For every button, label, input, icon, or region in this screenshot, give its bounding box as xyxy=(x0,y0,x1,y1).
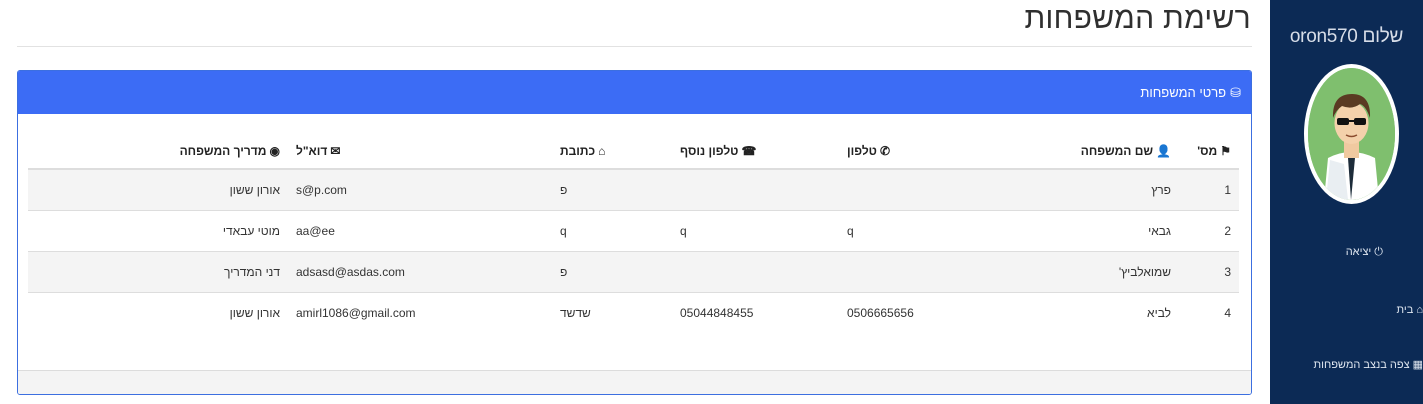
header-num: ⚑מס' xyxy=(1179,133,1239,170)
table-icon: ▦ xyxy=(1412,359,1423,371)
cell-email: adsasd@asdas.com xyxy=(288,250,552,292)
cell-phone: 0506665656 xyxy=(839,291,999,333)
header-email: ✉דוא"ל xyxy=(288,133,552,170)
phone-icon: ✆ xyxy=(879,143,891,158)
cell-address: פ xyxy=(552,168,672,210)
logout-link[interactable]: ⏻יציאה xyxy=(1346,246,1383,259)
families-table: ⚑מס' 👤שם המשפחה ✆טלפון ☎טלפון נוסף ⌂כתוב… xyxy=(28,133,1239,333)
cell-phone xyxy=(839,250,999,292)
flag-icon: ⚑ xyxy=(1220,143,1231,158)
cell-guide: אורון ששון xyxy=(28,168,288,210)
header-address: ⌂כתובת xyxy=(552,133,672,170)
cell-extra-phone: q xyxy=(672,209,839,251)
cell-num: 3 xyxy=(1179,250,1239,292)
view-families-link[interactable]: ▦צפה בנצב המשפחות xyxy=(1314,358,1423,371)
database-icon: ⛁ xyxy=(1230,84,1241,100)
cell-num: 4 xyxy=(1179,291,1239,333)
header-guide: ◉מדריך המשפחה xyxy=(28,133,288,170)
cell-email: s@p.com xyxy=(288,168,552,210)
home-label: בית xyxy=(1396,304,1414,316)
phone-alt-icon: ☎ xyxy=(741,143,757,158)
table-header-row: ⚑מס' 👤שם המשפחה ✆טלפון ☎טלפון נוסף ⌂כתוב… xyxy=(28,133,1239,170)
table-row: 4 לביא 0506665656 05044848455 שדשד amirl… xyxy=(28,291,1239,333)
user-icon: 👤 xyxy=(1156,143,1171,158)
cell-num: 2 xyxy=(1179,209,1239,251)
cell-guide: אורון ששון xyxy=(28,291,288,333)
eye-icon: ◉ xyxy=(269,143,280,158)
home-icon: ⌂ xyxy=(1416,304,1423,316)
avatar xyxy=(1304,64,1399,204)
avatar-illustration xyxy=(1308,68,1395,200)
page-title: רשימת המשפחות xyxy=(1024,2,1251,35)
cell-num: 1 xyxy=(1179,168,1239,210)
header-phone: ✆טלפון xyxy=(839,133,999,170)
cell-extra-phone xyxy=(672,168,839,210)
cell-family-name: שמואלביץ' xyxy=(999,250,1179,292)
greeting-text: שלום oron570 xyxy=(1289,26,1404,47)
cell-phone xyxy=(839,168,999,210)
cell-phone: q xyxy=(839,209,999,251)
panel-footer xyxy=(18,370,1251,394)
table-row: 3 שמואלביץ' פ adsasd@asdas.com דני המדרי… xyxy=(28,250,1239,292)
title-divider xyxy=(17,46,1252,47)
envelope-icon: ✉ xyxy=(330,143,341,158)
cell-guide: דני המדריך xyxy=(28,250,288,292)
home-link[interactable]: ⌂בית xyxy=(1397,304,1423,316)
logout-label: יציאה xyxy=(1345,246,1372,258)
families-panel: ⛁ פרטי המשפחות ⚑מס' 👤שם המשפחה ✆טלפון ☎ט… xyxy=(17,70,1252,395)
cell-guide: מוטי עבאדי xyxy=(28,209,288,251)
header-family-name: 👤שם המשפחה xyxy=(999,133,1179,170)
table-row: 2 גבאי q q q aa@ee מוטי עבאדי xyxy=(28,209,1239,251)
cell-address: שדשד xyxy=(552,291,672,333)
cell-family-name: גבאי xyxy=(999,209,1179,251)
cell-family-name: לביא xyxy=(999,291,1179,333)
home-icon: ⌂ xyxy=(598,143,606,158)
cell-address: פ xyxy=(552,250,672,292)
cell-email: aa@ee xyxy=(288,209,552,251)
header-extra-phone: ☎טלפון נוסף xyxy=(672,133,839,170)
panel-heading-label: פרטי המשפחות xyxy=(1140,85,1227,100)
power-icon: ⏻ xyxy=(1374,246,1383,258)
cell-extra-phone xyxy=(672,250,839,292)
sidebar: שלום oron570 ⏻יציאה ⌂בית ▦צפה בנצב המשפח… xyxy=(1270,0,1423,404)
panel-heading: ⛁ פרטי המשפחות xyxy=(18,71,1251,114)
cell-family-name: פרץ xyxy=(999,168,1179,210)
cell-email: amirl1086@gmail.com xyxy=(288,291,552,333)
cell-extra-phone: 05044848455 xyxy=(672,291,839,333)
view-families-label: צפה בנצב המשפחות xyxy=(1313,359,1410,371)
cell-address: q xyxy=(552,209,672,251)
table-row: 1 פרץ פ s@p.com אורון ששון xyxy=(28,168,1239,210)
